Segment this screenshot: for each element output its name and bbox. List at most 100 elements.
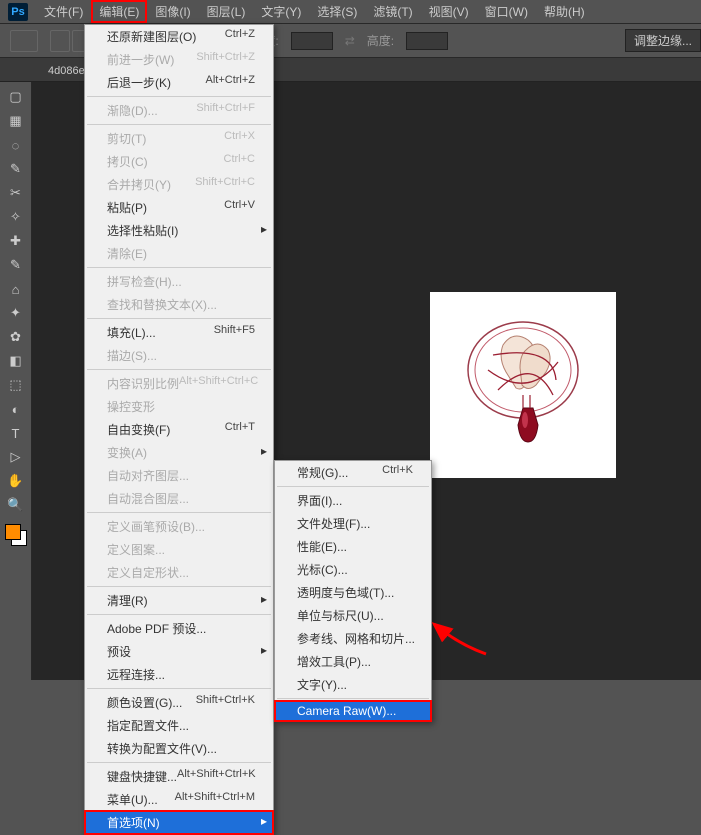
menu-item[interactable]: 远程连接... <box>85 663 273 686</box>
swap-icon[interactable]: ⇄ <box>345 34 355 48</box>
menu-item: 描边(S)... <box>85 344 273 367</box>
menu-item-label: 清除(E) <box>107 245 147 262</box>
tool-button[interactable]: 🔍 <box>4 494 28 516</box>
menu-item[interactable]: 填充(L)...Shift+F5 <box>85 321 273 344</box>
menu-item: 内容识别比例Alt+Shift+Ctrl+C <box>85 372 273 395</box>
tool-button[interactable]: ▦ <box>4 110 28 132</box>
menu-item-label: Adobe PDF 预设... <box>107 620 206 637</box>
height-input[interactable] <box>406 32 448 50</box>
menu-item: 拷贝(C)Ctrl+C <box>85 150 273 173</box>
menu-滤镜[interactable]: 滤镜(T) <box>365 0 420 23</box>
menu-item[interactable]: Adobe PDF 预设... <box>85 617 273 640</box>
menu-item-label: 颜色设置(G)... <box>107 694 182 711</box>
menu-item[interactable]: 光标(C)... <box>275 558 431 581</box>
tool-button[interactable]: ◧ <box>4 350 28 372</box>
menu-item-label: 转换为配置文件(V)... <box>107 740 217 757</box>
tool-button[interactable]: ✎ <box>4 254 28 276</box>
tool-button[interactable]: ✦ <box>4 302 28 324</box>
menu-item[interactable]: 界面(I)... <box>275 489 431 512</box>
menu-item-label: 单位与标尺(U)... <box>297 607 384 624</box>
menu-视图[interactable]: 视图(V) <box>421 0 477 23</box>
menu-item-label: Camera Raw(W)... <box>297 704 396 718</box>
menu-item-label: 变换(A) <box>107 444 147 461</box>
menu-item[interactable]: 清理(R)▸ <box>85 589 273 612</box>
menu-文件[interactable]: 文件(F) <box>36 0 91 23</box>
menu-item-label: 操控变形 <box>107 398 155 415</box>
menu-item-label: 还原新建图层(O) <box>107 28 196 45</box>
menu-item[interactable]: 粘贴(P)Ctrl+V <box>85 196 273 219</box>
tool-button[interactable]: ✋ <box>4 470 28 492</box>
menu-item-label: 粘贴(P) <box>107 199 147 216</box>
menu-item-label: 清理(R) <box>107 592 148 609</box>
tool-button[interactable]: ✧ <box>4 206 28 228</box>
menu-item-label: 渐隐(D)... <box>107 102 158 119</box>
menu-item-label: 键盘快捷键... <box>107 768 177 785</box>
menu-shortcut: Ctrl+C <box>224 153 255 170</box>
color-swatch[interactable] <box>5 524 27 546</box>
tool-button[interactable]: ◐ <box>4 398 28 420</box>
menu-item-label: 选择性粘贴(I) <box>107 222 178 239</box>
submenu-arrow-icon: ▸ <box>261 222 267 236</box>
toolbox: ▢▦◌✎✂✧✚✎⌂✦✿◧⬚◐T▷✋🔍 <box>0 82 32 680</box>
menu-item[interactable]: 转换为配置文件(V)... <box>85 737 273 760</box>
menu-item[interactable]: 透明度与色域(T)... <box>275 581 431 604</box>
menu-item[interactable]: 还原新建图层(O)Ctrl+Z <box>85 25 273 48</box>
menu-item[interactable]: 自由变换(F)Ctrl+T <box>85 418 273 441</box>
submenu-arrow-icon: ▸ <box>261 643 267 657</box>
menu-item[interactable]: 指定配置文件... <box>85 714 273 737</box>
refine-edge-button[interactable]: 调整边缘... <box>625 29 701 52</box>
menu-item: 自动对齐图层... <box>85 464 273 487</box>
menu-item: 剪切(T)Ctrl+X <box>85 127 273 150</box>
menu-shortcut: Alt+Shift+Ctrl+M <box>175 791 255 808</box>
menu-item[interactable]: 文字(Y)... <box>275 673 431 696</box>
tool-button[interactable]: ▷ <box>4 446 28 468</box>
tool-button[interactable]: ▢ <box>4 86 28 108</box>
menu-item[interactable]: 性能(E)... <box>275 535 431 558</box>
menu-item[interactable]: 单位与标尺(U)... <box>275 604 431 627</box>
tool-button[interactable]: ✂ <box>4 182 28 204</box>
menu-图层[interactable]: 图层(L) <box>199 0 254 23</box>
menu-shortcut: Ctrl+K <box>382 464 413 481</box>
menu-item-label: 定义画笔预设(B)... <box>107 518 205 535</box>
width-input[interactable] <box>291 32 333 50</box>
menu-窗口[interactable]: 窗口(W) <box>477 0 536 23</box>
menu-item[interactable]: 键盘快捷键...Alt+Shift+Ctrl+K <box>85 765 273 788</box>
tool-preset-icon[interactable] <box>10 30 38 52</box>
menu-item[interactable]: 参考线、网格和切片... <box>275 627 431 650</box>
menu-item-label: 增效工具(P)... <box>297 653 371 670</box>
tool-button[interactable]: T <box>4 422 28 444</box>
tool-button[interactable]: ⬚ <box>4 374 28 396</box>
menu-item-label: 填充(L)... <box>107 324 156 341</box>
menu-item: 定义自定形状... <box>85 561 273 584</box>
selection-mode-icon[interactable] <box>50 30 70 52</box>
menu-shortcut: Shift+Ctrl+F <box>196 102 255 119</box>
menu-item[interactable]: 选择性粘贴(I) ▸ <box>85 219 273 242</box>
menu-item-label: 指定配置文件... <box>107 717 189 734</box>
menu-item[interactable]: 增效工具(P)... <box>275 650 431 673</box>
menu-item-label: 定义自定形状... <box>107 564 189 581</box>
menu-item-label: 自动对齐图层... <box>107 467 189 484</box>
menu-shortcut: Ctrl+T <box>225 421 255 438</box>
menu-item[interactable]: 颜色设置(G)...Shift+Ctrl+K <box>85 691 273 714</box>
menu-帮助[interactable]: 帮助(H) <box>536 0 593 23</box>
menu-item[interactable]: 后退一步(K)Alt+Ctrl+Z <box>85 71 273 94</box>
tool-button[interactable]: ✿ <box>4 326 28 348</box>
menu-选择[interactable]: 选择(S) <box>309 0 365 23</box>
menu-item: 查找和替换文本(X)... <box>85 293 273 316</box>
menu-item[interactable]: 菜单(U)...Alt+Shift+Ctrl+M <box>85 788 273 811</box>
tool-button[interactable]: ⌂ <box>4 278 28 300</box>
menu-item[interactable]: 常规(G)...Ctrl+K <box>275 461 431 484</box>
menu-item: 渐隐(D)... Shift+Ctrl+F <box>85 99 273 122</box>
menu-文字[interactable]: 文字(Y) <box>253 0 309 23</box>
tool-button[interactable]: ✚ <box>4 230 28 252</box>
menu-item[interactable]: 文件处理(F)... <box>275 512 431 535</box>
annotation-arrow <box>428 616 488 656</box>
menu-item[interactable]: 预设▸ <box>85 640 273 663</box>
menu-编辑[interactable]: 编辑(E) <box>91 0 147 23</box>
menu-item[interactable]: Camera Raw(W)... <box>275 701 431 721</box>
tool-button[interactable]: ✎ <box>4 158 28 180</box>
menu-item[interactable]: 首选项(N)▸ <box>85 811 273 834</box>
menu-图像[interactable]: 图像(I) <box>147 0 198 23</box>
tool-button[interactable]: ◌ <box>4 134 28 156</box>
menu-item-label: 后退一步(K) <box>107 74 171 91</box>
